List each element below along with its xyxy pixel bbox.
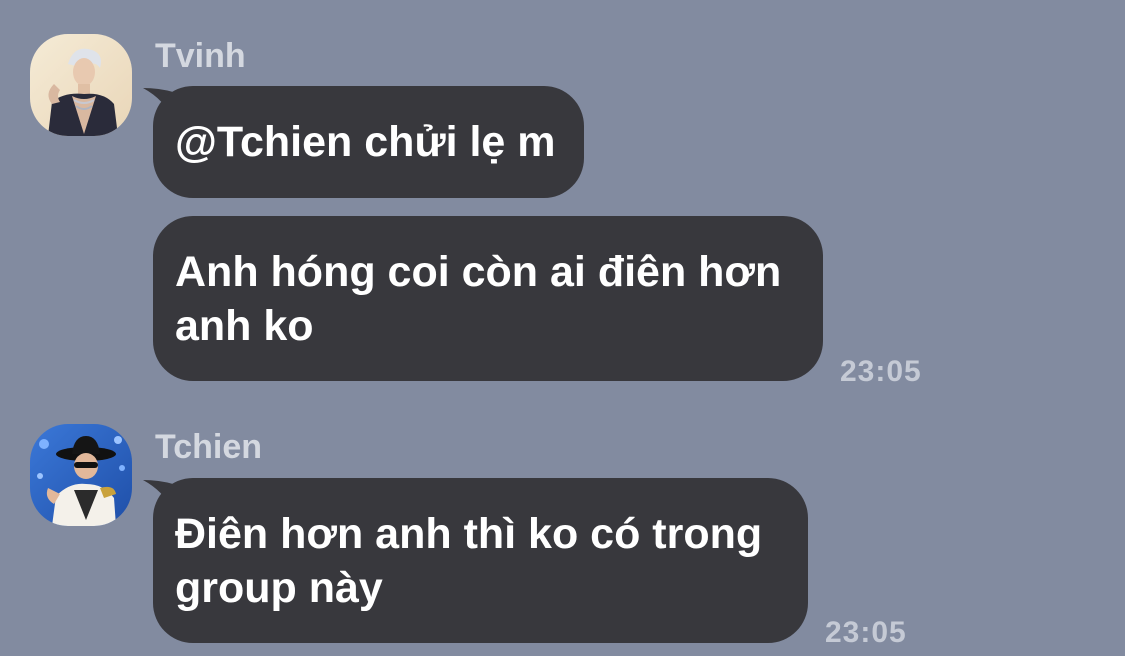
message-bubble[interactable]: @Tchien chửi lẹ m	[153, 86, 584, 198]
message-bubble[interactable]: Anh hóng coi còn ai điên hơn anh ko	[153, 216, 823, 381]
sender-name: Tchien	[155, 428, 263, 466]
avatar[interactable]	[30, 34, 132, 136]
message-text: Anh hóng coi còn ai điên hơn anh ko	[175, 248, 782, 350]
sender-name: Tvinh	[155, 37, 246, 75]
avatar[interactable]	[30, 424, 132, 526]
message-text: Điên hơn anh thì ko có trong group này	[175, 510, 763, 612]
avatar-photo-icon	[30, 34, 132, 136]
message-timestamp: 23:05	[825, 616, 907, 649]
message-text: @Tchien chửi lẹ m	[175, 118, 556, 166]
avatar-photo-icon	[30, 424, 132, 526]
message-bubble[interactable]: Điên hơn anh thì ko có trong group này	[153, 478, 808, 643]
message-timestamp: 23:05	[840, 355, 922, 388]
